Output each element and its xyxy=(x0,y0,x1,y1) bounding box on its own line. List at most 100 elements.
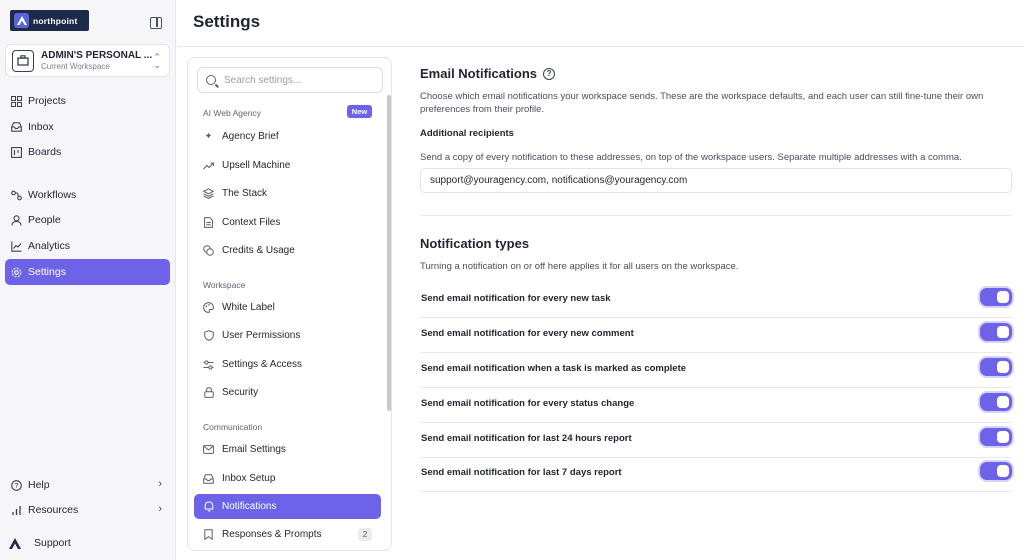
nav-label: People xyxy=(28,214,61,226)
lock-icon xyxy=(203,387,214,398)
app-logo[interactable]: northpoint xyxy=(10,10,89,31)
workspace-subtitle: Current Workspace xyxy=(41,62,110,71)
notification-row: Send email notification for last 7 days … xyxy=(420,457,1012,492)
settings-item-the-stack[interactable]: The Stack xyxy=(194,181,381,206)
settings-item-credits-usage[interactable]: Credits & Usage xyxy=(194,238,381,263)
section-label-workspace: Workspace xyxy=(203,280,246,290)
notification-row: Send email notification for every status… xyxy=(420,388,1012,423)
notification-toggle[interactable] xyxy=(980,428,1012,446)
notification-label: Send email notification for every new co… xyxy=(421,328,634,339)
grid-icon xyxy=(10,95,22,107)
nav-resources[interactable]: Resources › xyxy=(5,498,170,522)
nav-label: Projects xyxy=(28,95,66,107)
chart-icon xyxy=(10,240,22,252)
svg-text:?: ? xyxy=(14,483,18,490)
settings-item-white-label[interactable]: White Label xyxy=(194,295,381,320)
notification-toggle[interactable] xyxy=(980,323,1012,341)
notification-types-description: Turning a notification on or off here ap… xyxy=(420,261,739,272)
notification-label: Send email notification when a task is m… xyxy=(421,363,687,374)
settings-item-security[interactable]: Security xyxy=(194,380,381,405)
notification-types-title: Notification types xyxy=(420,236,530,251)
settings-item-inbox-setup[interactable]: Inbox Setup xyxy=(194,466,381,491)
sliders-icon xyxy=(203,359,214,370)
notification-row: Send email notification for every new ta… xyxy=(420,283,1012,318)
nav-label: Help xyxy=(28,479,50,491)
gear-icon xyxy=(10,266,22,278)
toggle-knob xyxy=(997,431,1009,443)
settings-item-context-files[interactable]: Context Files xyxy=(194,210,381,235)
notification-row: Send email notification when a task is m… xyxy=(420,353,1012,388)
settings-nav-scrollbar[interactable] xyxy=(387,95,391,411)
search-input[interactable] xyxy=(224,74,374,86)
email-notifications-title: Email Notifications xyxy=(420,66,538,81)
bookmark-icon xyxy=(203,529,214,540)
notification-label: Send email notification for every new ta… xyxy=(421,293,611,304)
nav-label: Workflows xyxy=(28,189,77,201)
notification-toggle[interactable] xyxy=(980,462,1012,480)
chevron-right-icon: › xyxy=(158,478,162,490)
chevron-right-icon: › xyxy=(158,503,162,515)
notification-label: Send email notification for last 24 hour… xyxy=(421,433,632,444)
mail-icon xyxy=(203,444,214,455)
nav-workflows[interactable]: Workflows xyxy=(5,183,170,207)
notification-label: Send email notification for every status… xyxy=(421,398,635,409)
settings-item-label: White Label xyxy=(222,302,275,313)
settings-item-user-permissions[interactable]: User Permissions xyxy=(194,323,381,348)
settings-item-upsell-machine[interactable]: Upsell Machine xyxy=(194,153,381,178)
logo-text: northpoint xyxy=(33,15,78,26)
notification-toggle[interactable] xyxy=(980,393,1012,411)
settings-search[interactable] xyxy=(197,67,383,93)
settings-item-notifications[interactable]: Notifications xyxy=(194,494,381,519)
search-icon xyxy=(206,75,216,85)
section-divider xyxy=(420,215,1012,216)
settings-item-email-settings[interactable]: Email Settings xyxy=(194,437,381,462)
app-sidebar: northpoint ADMIN'S PERSONAL ... Current … xyxy=(0,0,176,560)
section-label-communication: Communication xyxy=(203,422,263,432)
settings-item-label: Responses & Prompts xyxy=(222,529,322,540)
trend-up-icon xyxy=(203,160,214,171)
bell-icon xyxy=(203,501,214,512)
nav-people[interactable]: People xyxy=(5,208,170,232)
page-title: Settings xyxy=(193,12,261,31)
settings-item-label: Upsell Machine xyxy=(222,160,291,171)
nav-label: Inbox xyxy=(28,121,54,133)
nav-settings[interactable]: Settings xyxy=(5,259,170,285)
settings-item-settings-access[interactable]: Settings & Access xyxy=(194,352,381,377)
nav-label: Boards xyxy=(28,146,62,158)
settings-item-label: Settings & Access xyxy=(222,359,303,370)
inbox-icon xyxy=(203,473,214,484)
notification-row: Send email notification for last 24 hour… xyxy=(420,423,1012,458)
settings-item-label: User Permissions xyxy=(222,330,301,341)
support-link[interactable]: Support xyxy=(8,536,71,550)
settings-item-label: Inbox Setup xyxy=(222,473,276,484)
settings-item-label: Credits & Usage xyxy=(222,245,295,256)
shield-icon xyxy=(203,330,214,341)
settings-item-label: Email Settings xyxy=(222,444,286,455)
count-badge: 2 xyxy=(358,528,372,541)
email-notifications-description-cont: preferences from their profile. xyxy=(420,104,545,115)
settings-item-agency-brief[interactable]: ✦ Agency Brief xyxy=(194,124,381,149)
settings-item-label: Security xyxy=(222,387,259,398)
sidebar-collapse-icon[interactable] xyxy=(150,17,162,29)
settings-item-label: Agency Brief xyxy=(222,131,279,142)
support-logo-icon xyxy=(8,536,22,550)
nav-help[interactable]: ? Help › xyxy=(5,473,170,497)
toggle-knob xyxy=(997,361,1009,373)
new-badge: New xyxy=(347,105,372,118)
help-icon[interactable]: ? xyxy=(543,67,556,80)
workspace-switcher[interactable]: ADMIN'S PERSONAL ... Current Workspace ⌃… xyxy=(5,44,170,77)
layers-icon xyxy=(203,188,214,199)
settings-item-responses-prompts[interactable]: Responses & Prompts 2 xyxy=(194,522,381,547)
nav-inbox[interactable]: Inbox xyxy=(5,115,170,139)
support-label: Support xyxy=(34,537,71,549)
notification-toggle[interactable] xyxy=(980,288,1012,306)
additional-recipients-input[interactable] xyxy=(420,168,1012,193)
additional-recipients-label: Additional recipients xyxy=(420,128,514,139)
notification-toggle[interactable] xyxy=(980,358,1012,376)
file-icon xyxy=(203,217,214,228)
nav-label: Settings xyxy=(28,266,66,278)
nav-projects[interactable]: Projects xyxy=(5,89,170,113)
nav-analytics[interactable]: Analytics xyxy=(5,234,170,258)
workflow-icon xyxy=(10,189,22,201)
nav-boards[interactable]: Boards xyxy=(5,140,170,164)
